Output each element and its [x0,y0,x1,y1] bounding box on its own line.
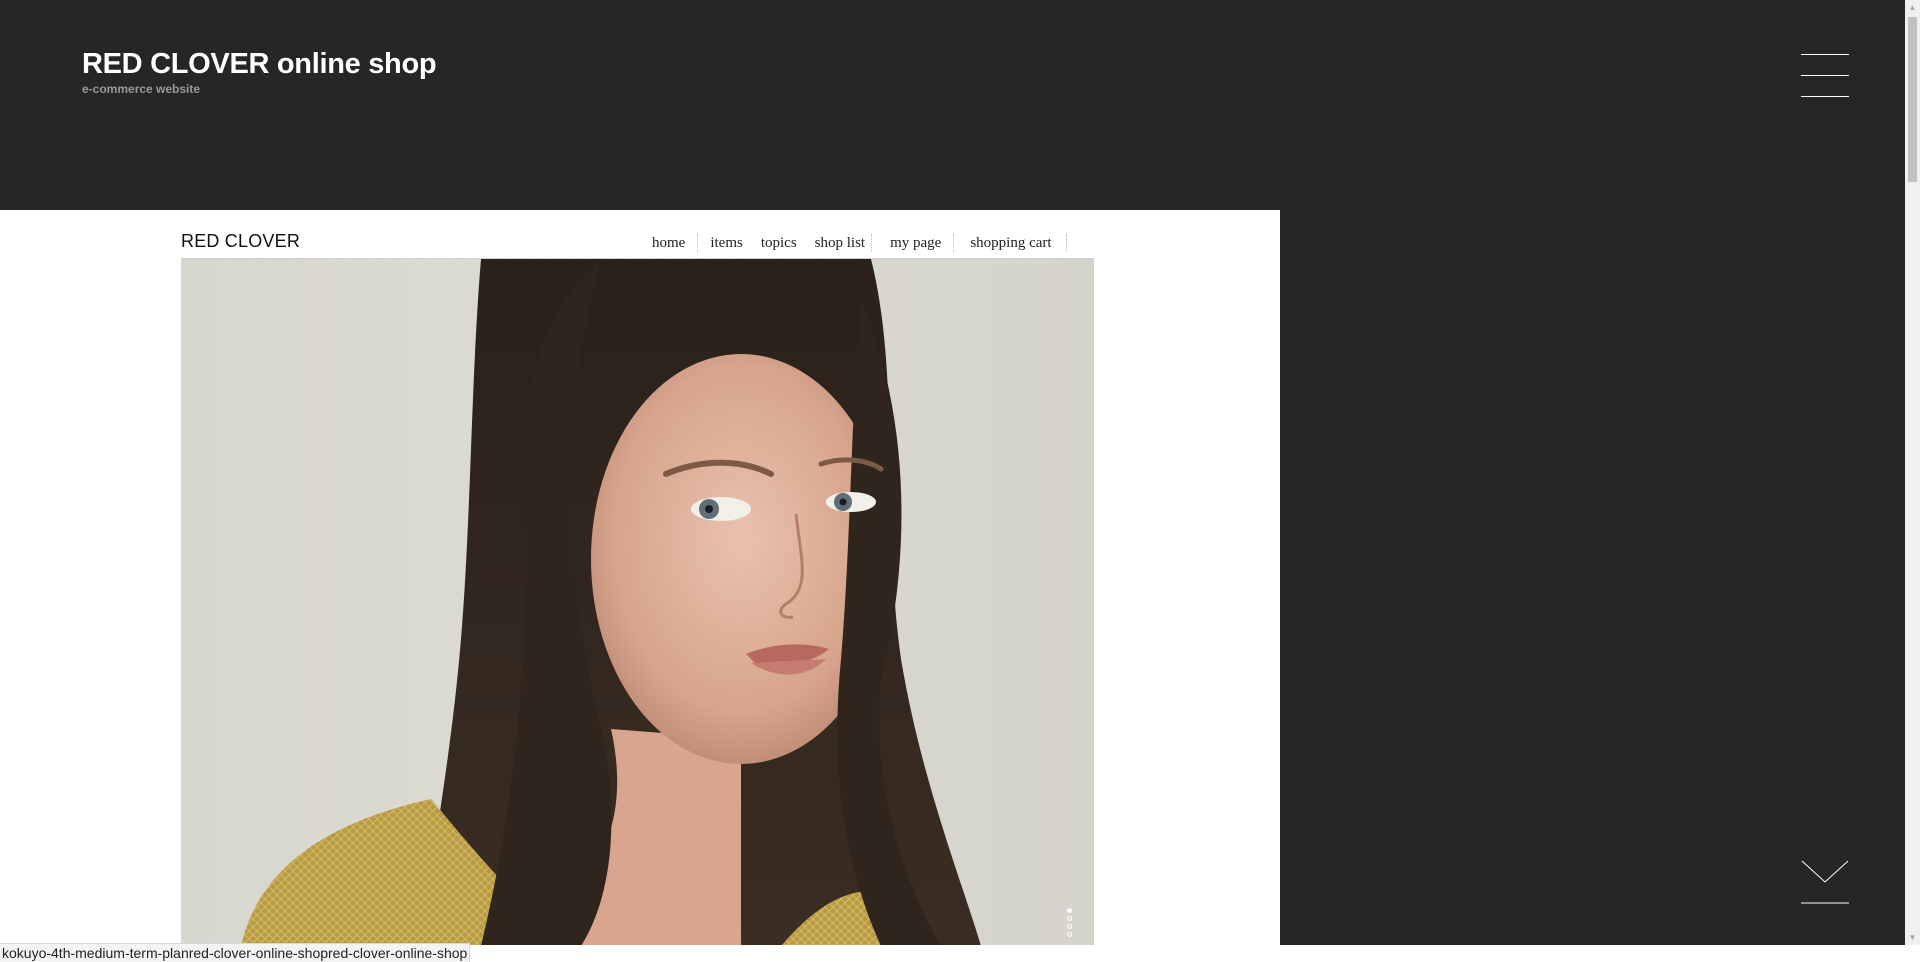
menu-bar-top [1801,54,1849,55]
nav-items[interactable]: items [698,235,755,252]
preview-brand-logo[interactable]: RED CLOVER [181,231,300,252]
scroll-up-arrow-icon[interactable]: ▲ [1905,0,1920,15]
scroll-down-arrow-icon[interactable]: ▼ [1905,930,1920,945]
slider-dot[interactable] [1067,908,1072,913]
slider-dot[interactable] [1067,932,1072,937]
chevron-down-icon[interactable] [1801,860,1849,904]
nav-home[interactable]: home [640,235,697,252]
portfolio-background: RED CLOVER online shop e-commerce websit… [0,0,1905,945]
slider-dot[interactable] [1067,916,1072,921]
nav-my-page[interactable]: my page [878,235,953,252]
site-subtitle: e-commerce website [82,82,201,96]
status-bar-url: kokuyo-4th-medium-term-planred-clover-on… [0,943,471,962]
menu-bar-bottom [1801,96,1849,97]
hamburger-menu-icon[interactable] [1801,54,1849,100]
nav-divider [871,234,873,252]
nav-topics[interactable]: topics [755,235,803,252]
portrait-illustration [241,259,981,945]
scrollbar-thumb[interactable] [1908,17,1917,182]
hero-image [181,258,1094,945]
slider-dot[interactable] [1067,924,1072,929]
preview-nav: home items topics shop list my page shop… [640,230,1067,256]
slider-dots [1067,908,1075,937]
nav-shopping-cart[interactable]: shopping cart [954,235,1065,252]
page: RED CLOVER online shop e-commerce websit… [0,0,1920,962]
website-preview[interactable]: RED CLOVER home items topics shop list m… [0,210,1280,945]
nav-divider [1065,234,1067,252]
vertical-scrollbar[interactable]: ▲ ▼ [1905,0,1920,945]
site-title[interactable]: RED CLOVER online shop [82,48,437,81]
nav-shop-list[interactable]: shop list [803,235,871,252]
menu-bar-middle [1801,75,1849,76]
